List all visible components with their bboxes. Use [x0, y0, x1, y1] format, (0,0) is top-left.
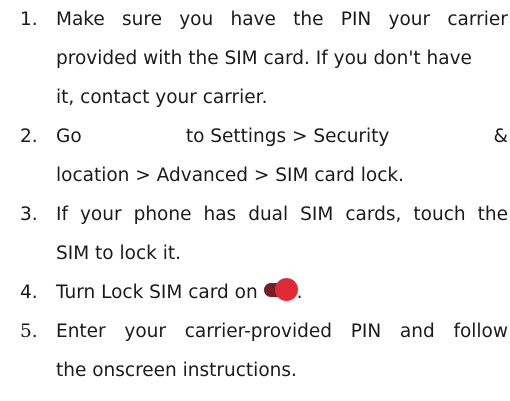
step-number: 5. — [20, 321, 38, 342]
word: has — [203, 204, 237, 225]
step-text-line: If your phone has dual SIM cards, touch … — [56, 195, 508, 234]
word: phone — [133, 204, 192, 225]
word: carrier — [447, 9, 508, 30]
word: have — [230, 9, 276, 30]
instruction-list: 1. Make sure you have the PIN your carri… — [20, 0, 508, 390]
step-2: 2. Go to Settings > Security & location … — [20, 117, 508, 195]
step-3: 3. If your phone has dual SIM cards, tou… — [20, 195, 508, 273]
step-text-line: Go to Settings > Security & — [56, 117, 508, 156]
word: SIM — [300, 204, 334, 225]
word: carrier-provided — [184, 321, 332, 342]
word: If — [56, 204, 68, 225]
word: and — [399, 321, 435, 342]
word: you — [179, 9, 214, 30]
step-text-line: it, contact your carrier. — [56, 87, 268, 108]
step-number: 1. — [20, 9, 38, 30]
step-text-part: & — [493, 126, 508, 147]
toggle-switch-icon — [263, 278, 298, 302]
step-text: Turn Lock SIM card on — [56, 282, 258, 303]
step-text-part: Go — [56, 126, 82, 147]
word: your — [124, 321, 166, 342]
step-5: 5. Enter your carrier-provided PIN and f… — [20, 312, 508, 390]
step-number: 2. — [20, 126, 38, 147]
step-text-line: Enter your carrier-provided PIN and foll… — [56, 312, 508, 351]
word: Make — [56, 9, 105, 30]
step-text-line: the onscreen instructions. — [56, 360, 297, 381]
word: touch — [413, 204, 466, 225]
word: the — [293, 9, 324, 30]
word: Enter — [56, 321, 106, 342]
toggle-knob — [274, 278, 298, 301]
step-4: 4. Turn Lock SIM card on . — [20, 273, 508, 312]
step-text-line: location > Advanced > SIM card lock. — [56, 165, 404, 186]
step-text-line: Turn Lock SIM card on . — [56, 273, 508, 312]
step-number: 4. — [20, 282, 38, 303]
step-text-part: to Settings > Security — [185, 126, 390, 147]
step-text-line: Make sure you have the PIN your carrier — [56, 0, 508, 39]
word: sure — [122, 9, 162, 30]
word: cards, — [345, 204, 402, 225]
step-1: 1. Make sure you have the PIN your carri… — [20, 0, 508, 117]
word: PIN — [350, 321, 382, 342]
word: the — [477, 204, 508, 225]
word: follow — [453, 321, 508, 342]
step-text-line: SIM to lock it. — [56, 243, 181, 264]
word: your — [79, 204, 122, 225]
word: dual — [248, 204, 289, 225]
word: PIN — [340, 9, 372, 30]
word: your — [388, 9, 431, 30]
step-text-line: provided with the SIM card. If you don't… — [56, 48, 472, 69]
step-number: 3. — [20, 204, 38, 225]
